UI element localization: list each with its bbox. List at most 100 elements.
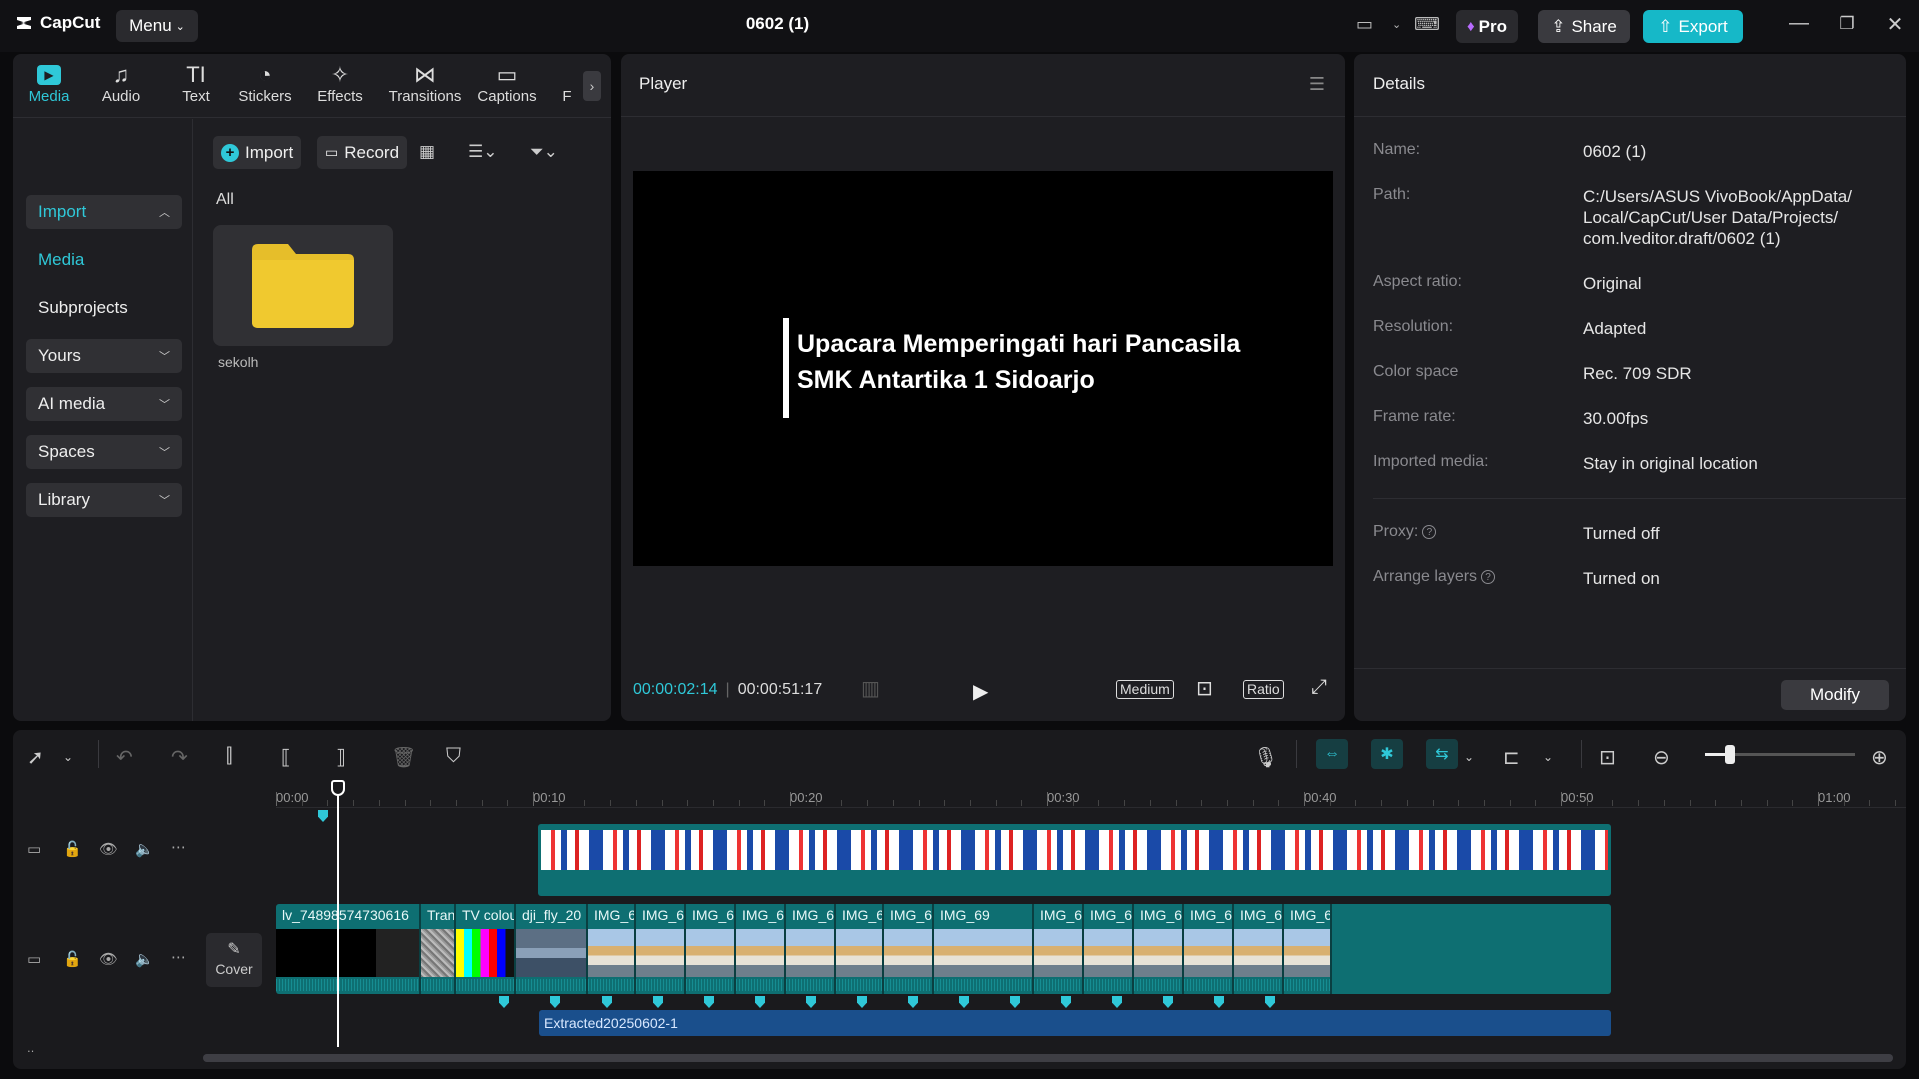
timeline-clip[interactable]: TV colour xyxy=(456,904,516,994)
select-cursor-icon[interactable]: ➚ xyxy=(27,745,44,770)
timeline-scrollbar[interactable] xyxy=(203,1054,1893,1062)
zoom-fit-icon[interactable]: ⊡ xyxy=(1196,676,1213,701)
beat-marker[interactable] xyxy=(755,996,765,1008)
tab-transitions[interactable]: ⋈ Transitions xyxy=(385,62,465,105)
folder-card[interactable] xyxy=(213,225,393,346)
timeline-clip[interactable]: IMG_69 xyxy=(736,904,786,994)
more-icon[interactable]: ⋯ xyxy=(171,948,186,966)
trim-right-icon[interactable]: ⟧ xyxy=(336,745,346,770)
timeline-clip[interactable]: IMG_69 xyxy=(588,904,636,994)
timeline-clip[interactable]: IMG_69 xyxy=(1234,904,1284,994)
play-icon[interactable]: ▶ xyxy=(973,679,988,704)
restore-icon[interactable]: ❐ xyxy=(1832,14,1862,34)
sidebar-item-subprojects[interactable]: Subprojects xyxy=(38,298,128,318)
timeline-clip[interactable]: IMG_6995.MP4 xyxy=(1284,904,1332,994)
in-point-marker[interactable] xyxy=(318,810,328,822)
fullscreen-icon[interactable]: ⤢ xyxy=(1311,676,1327,699)
eye-icon[interactable]: 👁 xyxy=(99,840,118,858)
fit-timeline-icon[interactable]: ⊡ xyxy=(1599,745,1616,770)
audio-clip[interactable]: Extracted20250602-1 xyxy=(539,1010,1611,1036)
beat-marker[interactable] xyxy=(959,996,969,1008)
sidebar-item-ai-media[interactable]: AI media ﹀ xyxy=(26,387,182,421)
help-icon[interactable]: ? xyxy=(1481,569,1496,584)
speaker-icon[interactable]: 🔈 xyxy=(135,950,154,968)
timeline-clip[interactable]: IMG_69 xyxy=(1134,904,1184,994)
quality-button[interactable]: Medium xyxy=(1116,680,1174,699)
grid-view-icon[interactable]: ▦ xyxy=(419,142,435,162)
overlay-track-clip[interactable] xyxy=(538,824,1611,896)
beat-marker[interactable] xyxy=(550,996,560,1008)
timeline-clip[interactable]: dji_fly_20 xyxy=(516,904,588,994)
beat-marker[interactable] xyxy=(602,996,612,1008)
record-button[interactable]: ▭ Record xyxy=(317,136,408,169)
timeline-clip[interactable]: IMG_69 xyxy=(1084,904,1134,994)
beat-marker[interactable] xyxy=(499,996,509,1008)
beat-marker[interactable] xyxy=(806,996,816,1008)
cover-button[interactable]: ✎ Cover xyxy=(206,933,262,987)
tab-audio[interactable]: ♫ Audio xyxy=(96,62,146,105)
beat-marker[interactable] xyxy=(704,996,714,1008)
tab-effects[interactable]: ✧ Effects xyxy=(315,62,365,105)
zoom-out-icon[interactable]: ⊖ xyxy=(1653,745,1670,770)
chevron-down-icon[interactable]: ⌄ xyxy=(1464,750,1474,764)
zoom-in-icon[interactable]: ⊕ xyxy=(1871,745,1888,770)
sort-icon[interactable]: ☰⌄ xyxy=(468,142,497,162)
tab-media[interactable]: ▶ Media xyxy=(23,62,75,105)
beat-marker[interactable] xyxy=(1163,996,1173,1008)
share-button[interactable]: ⇪ Share xyxy=(1538,10,1630,43)
timeline-clip[interactable]: IMG_69 xyxy=(1184,904,1234,994)
more-icon[interactable]: ⋯ xyxy=(171,838,186,856)
timeline-clip[interactable]: IMG_69 xyxy=(786,904,836,994)
filter-icon[interactable]: ⏷⌄ xyxy=(530,142,558,162)
redo-icon[interactable]: ↷ xyxy=(171,745,188,770)
sidebar-item-import[interactable]: Import ︿ xyxy=(26,195,182,229)
timeline-clip[interactable]: Tran xyxy=(421,904,456,994)
video-preview[interactable]: Upacara Memperingati hari Pancasila SMK … xyxy=(633,171,1333,566)
hamburger-menu-icon[interactable]: ☰ xyxy=(1309,74,1325,95)
tab-filters[interactable]: F xyxy=(559,62,575,105)
timeline-clip[interactable]: lv_74898574730616 xyxy=(276,904,421,994)
beat-marker[interactable] xyxy=(653,996,663,1008)
tab-stickers[interactable]: ◔ Stickers xyxy=(235,62,295,105)
sidebar-item-spaces[interactable]: Spaces ﹀ xyxy=(26,435,182,469)
timeline-clip[interactable]: IMG_69 xyxy=(1034,904,1084,994)
beat-marker[interactable] xyxy=(1112,996,1122,1008)
layout-icon[interactable]: ▭ xyxy=(1356,14,1373,35)
import-button[interactable]: + Import xyxy=(213,136,302,169)
pro-button[interactable]: ♦ Pro xyxy=(1456,10,1518,43)
tab-text[interactable]: TI Text xyxy=(176,62,216,105)
minimize-icon[interactable]: — xyxy=(1784,12,1814,35)
keyboard-shortcuts-icon[interactable]: ⌨ xyxy=(1414,14,1440,35)
tab-captions[interactable]: ▭ Captions xyxy=(475,62,539,105)
export-button[interactable]: ⇧ Export xyxy=(1643,10,1743,43)
beat-marker[interactable] xyxy=(1265,996,1275,1008)
playhead[interactable] xyxy=(337,782,339,1047)
lock-icon[interactable]: 🔓 xyxy=(63,840,82,858)
lock-icon[interactable]: 🔓 xyxy=(63,950,82,968)
beat-marker[interactable] xyxy=(1061,996,1071,1008)
auto-snap-icon[interactable]: ✱ xyxy=(1371,739,1403,769)
ratio-button[interactable]: Ratio xyxy=(1243,680,1284,699)
shield-icon[interactable]: ⛉ xyxy=(446,745,461,768)
timeline-ruler[interactable]: 00:00 00:10 00:20 00:30 00:40 00:50 01:0… xyxy=(276,784,1906,808)
linkage-icon[interactable]: ⇆ xyxy=(1426,739,1458,769)
split-icon[interactable]: ⫿ xyxy=(226,745,232,768)
zoom-slider-handle[interactable] xyxy=(1725,745,1735,764)
help-icon[interactable]: ? xyxy=(1422,524,1437,539)
close-icon[interactable]: ✕ xyxy=(1880,12,1910,37)
timeline-clip[interactable]: IMG_69 xyxy=(686,904,736,994)
chevron-down-icon[interactable]: ⌄ xyxy=(63,750,73,764)
chevron-down-icon[interactable]: ⌄ xyxy=(1543,750,1553,764)
beat-marker[interactable] xyxy=(1214,996,1224,1008)
modify-button[interactable]: Modify xyxy=(1781,680,1889,710)
beat-marker[interactable] xyxy=(857,996,867,1008)
waveform-icon[interactable]: ▥ xyxy=(861,676,880,701)
preview-axis-icon[interactable]: ⊏ xyxy=(1503,745,1520,770)
chevron-right-icon[interactable]: › xyxy=(583,71,601,101)
timeline-clip[interactable]: IMG_69 xyxy=(934,904,1034,994)
more-icon[interactable]: ‥ xyxy=(27,1042,34,1055)
main-video-track[interactable]: lv_74898574730616 Tran TV colour dji_fly_20… xyxy=(276,904,1611,994)
sidebar-item-media[interactable]: Media xyxy=(38,250,84,270)
timeline-clip[interactable]: IMG_69 xyxy=(836,904,884,994)
beat-marker[interactable] xyxy=(1010,996,1020,1008)
